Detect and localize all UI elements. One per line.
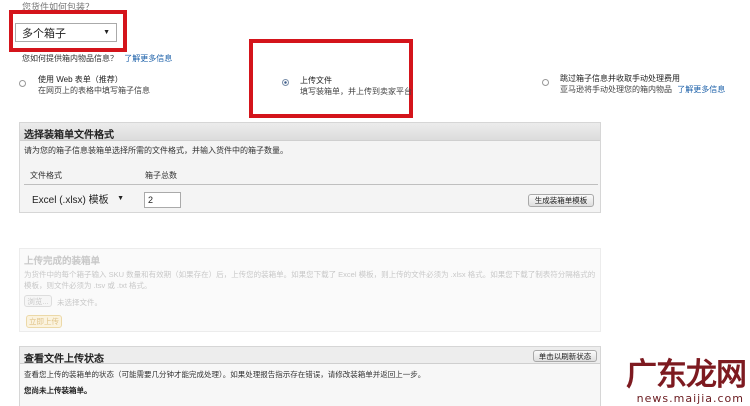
option-web-form-title: 使用 Web 表单（推荐） bbox=[38, 75, 123, 84]
no-file-label: 未选择文件。 bbox=[57, 298, 102, 307]
status-panel-header: 查看文件上传状态 bbox=[20, 347, 600, 365]
status-panel-desc: 查看您上传的装箱单的状态（可能需要几分钟才能完成处理）。如果处理报告指示存在错误… bbox=[24, 370, 426, 379]
file-format-panel: 选择装箱单文件格式 请为您的箱子信息装箱单选择所需的文件格式，并输入货件中的箱子… bbox=[19, 122, 601, 213]
option-skip-desc: 亚马逊将手动处理您的箱内物品 了解更多信息 bbox=[560, 84, 725, 95]
browse-button[interactable]: 浏览... bbox=[24, 295, 52, 307]
upload-status-panel: 查看文件上传状态 单击以刷新状态 查看您上传的装箱单的状态（可能需要几分钟才能完… bbox=[19, 346, 601, 406]
upload-now-button[interactable]: 立即上传 bbox=[26, 315, 62, 328]
upload-panel: 上传完成的装箱单 为货件中的每个箱子输入 SKU 数量和有效期（如果存在）后，上… bbox=[19, 248, 601, 332]
option-skip-title: 跳过箱子信息并收取手动处理费用 bbox=[560, 74, 680, 83]
file-format-select[interactable]: Excel (.xlsx) 模板 ▼ bbox=[26, 190, 130, 206]
watermark-logo-text: 广东龙网 bbox=[626, 357, 747, 393]
upload-panel-title: 上传完成的装箱单 bbox=[24, 256, 101, 267]
option-upload-desc: 填写装箱单，并上传到卖家平台 bbox=[300, 87, 412, 96]
column-box-count: 箱子总数 bbox=[145, 171, 177, 180]
status-panel-title: 查看文件上传状态 bbox=[24, 354, 104, 365]
option-web-form-radio[interactable] bbox=[19, 80, 26, 87]
file-format-panel-title: 选择装箱单文件格式 bbox=[20, 123, 600, 141]
refresh-status-button[interactable]: 单击以刷新状态 bbox=[533, 350, 597, 362]
box-count-value: 2 bbox=[148, 195, 154, 205]
option-upload-radio[interactable] bbox=[282, 79, 289, 86]
box-count-input[interactable]: 2 bbox=[144, 192, 181, 208]
box-info-question: 您如何提供箱内物品信息？ bbox=[22, 54, 118, 63]
generate-template-button[interactable]: 生成装箱单模板 bbox=[528, 194, 594, 207]
option-skip-learn-more-link[interactable]: 了解更多信息 bbox=[677, 85, 725, 94]
no-upload-message: 您尚未上传装箱单。 bbox=[24, 386, 92, 395]
column-file-format: 文件格式 bbox=[30, 171, 62, 180]
option-skip-desc-text: 亚马逊将手动处理您的箱内物品 bbox=[560, 85, 672, 94]
chevron-down-icon: ▼ bbox=[117, 194, 124, 202]
chevron-down-icon: ▼ bbox=[103, 29, 110, 36]
packing-type-select[interactable]: 多个箱子 ▼ bbox=[15, 23, 117, 42]
file-format-value: Excel (.xlsx) 模板 bbox=[32, 194, 109, 206]
learn-more-link[interactable]: 了解更多信息 bbox=[124, 54, 172, 63]
file-format-desc: 请为您的箱子信息装箱单选择所需的文件格式，并输入货件中的箱子数量。 bbox=[24, 146, 288, 155]
upload-panel-desc: 为货件中的每个箱子输入 SKU 数量和有效期（如果存在）后，上传您的装箱单。如果… bbox=[24, 270, 596, 290]
packing-type-value: 多个箱子 bbox=[22, 27, 66, 40]
option-web-form-desc: 在网页上的表格中填写箱子信息 bbox=[38, 86, 150, 95]
option-skip-radio[interactable] bbox=[542, 79, 549, 86]
table-divider bbox=[24, 184, 598, 185]
box-info-hint: 您如何提供箱内物品信息？ 了解更多信息 bbox=[22, 53, 172, 64]
option-upload-title: 上传文件 bbox=[300, 76, 332, 85]
watermark-url: news.maijia.com bbox=[636, 392, 744, 405]
